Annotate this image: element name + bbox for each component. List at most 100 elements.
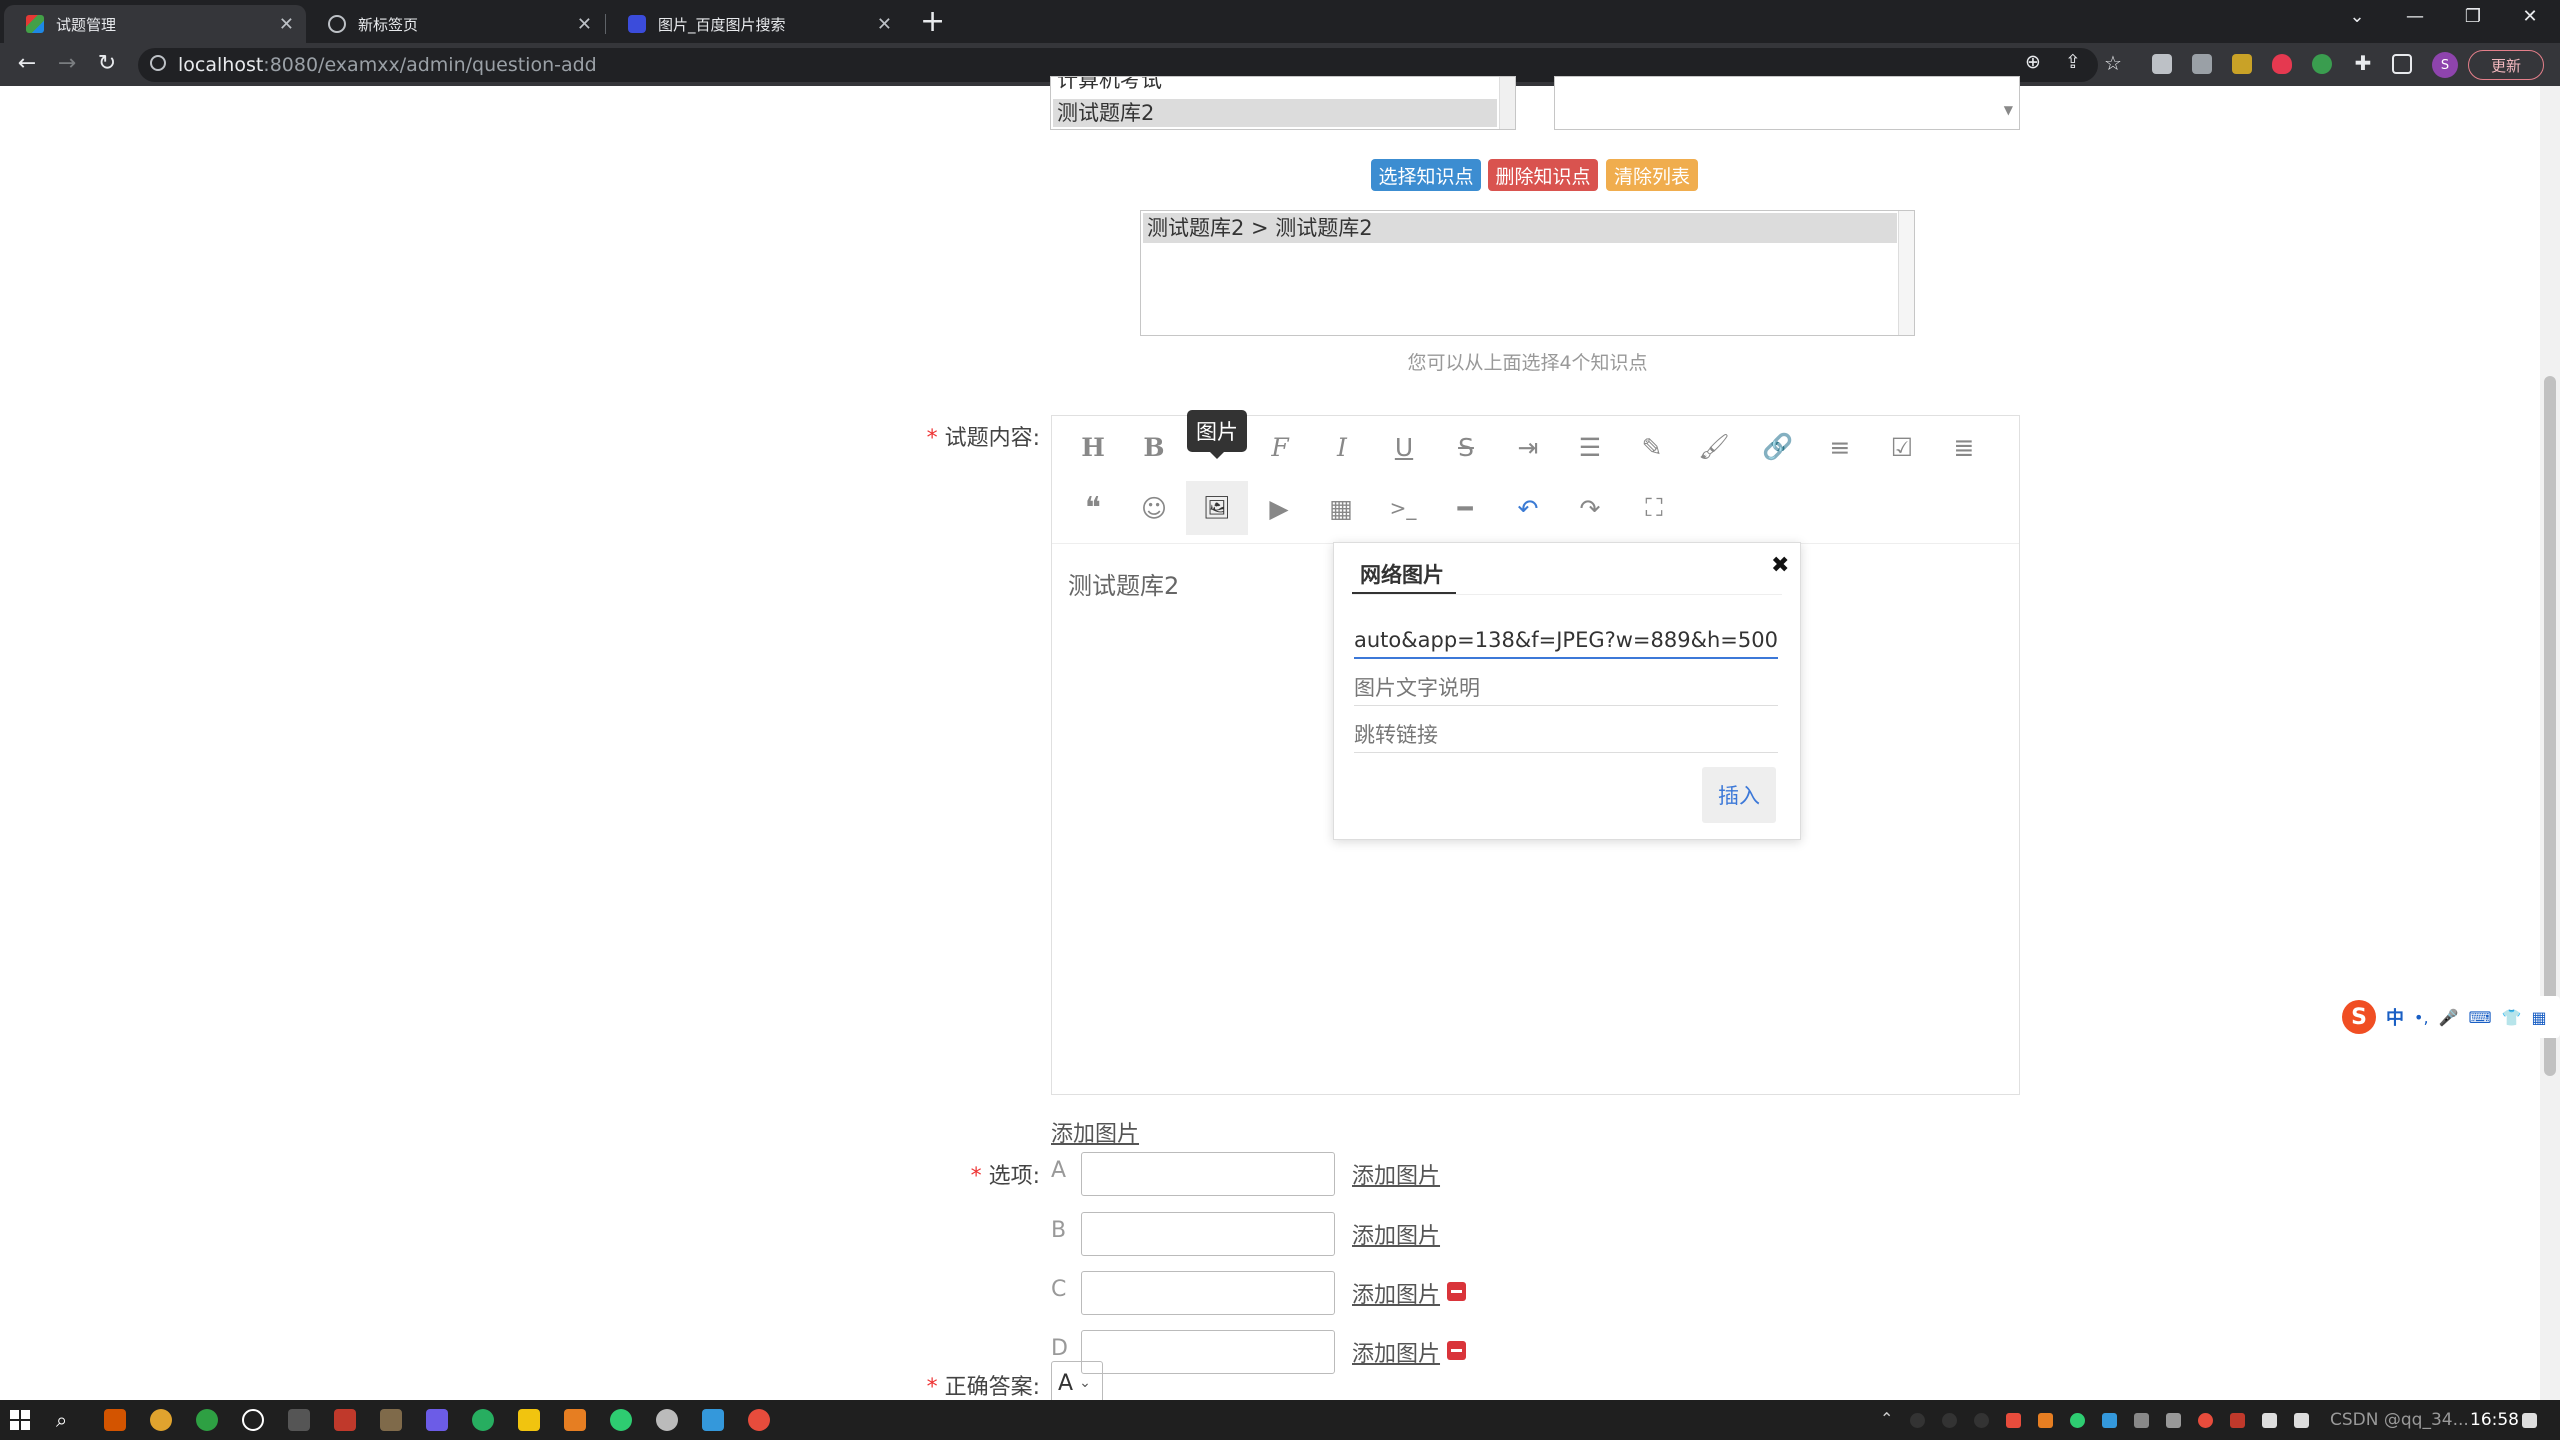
- tray-chevron-icon[interactable]: ⌃: [1880, 1409, 1893, 1428]
- windows-start-icon[interactable]: [10, 1410, 30, 1430]
- redo-icon[interactable]: ↷: [1572, 490, 1608, 526]
- extension-icon[interactable]: [2152, 54, 2172, 74]
- idea-app-icon[interactable]: [104, 1409, 126, 1431]
- qq-tray-icon[interactable]: [1910, 1413, 1925, 1428]
- image-alt-input[interactable]: 图片文字说明: [1354, 670, 1778, 706]
- tool-app-icon[interactable]: [426, 1409, 448, 1431]
- table-icon[interactable]: ▦: [1323, 490, 1359, 526]
- info-icon[interactable]: [150, 55, 166, 71]
- update-button[interactable]: 更新: [2468, 50, 2544, 80]
- image-icon[interactable]: 🖼: [1199, 490, 1235, 526]
- scrollbar[interactable]: [1499, 77, 1515, 129]
- bookmark-star-icon[interactable]: ☆: [2098, 51, 2128, 75]
- network-tray-icon[interactable]: [2262, 1413, 2277, 1428]
- page-scrollbar[interactable]: [2540, 86, 2560, 1400]
- shield-extension-icon[interactable]: [2272, 54, 2292, 74]
- reload-icon[interactable]: ↻: [92, 51, 122, 76]
- tab-question-manage[interactable]: 试题管理 ✕: [4, 5, 306, 43]
- video-icon[interactable]: ▶: [1261, 490, 1297, 526]
- listbox-option[interactable]: 计算机考试: [1053, 77, 1497, 93]
- select-knowledge-button[interactable]: 选择知识点: [1371, 159, 1481, 191]
- red-tray-icon[interactable]: [2006, 1413, 2021, 1428]
- option-c-add-image[interactable]: 添加图片: [1352, 1277, 1440, 1309]
- wechat-app-icon[interactable]: [610, 1409, 632, 1431]
- record-red-app-icon[interactable]: [748, 1409, 770, 1431]
- grid-icon[interactable]: ▦: [2531, 1008, 2546, 1027]
- bold-icon[interactable]: B: [1136, 429, 1172, 465]
- code-icon[interactable]: >_: [1385, 490, 1421, 526]
- usb-tray-icon[interactable]: [2134, 1413, 2149, 1428]
- question-bank-listbox[interactable]: 计算机考试 测试题库2: [1050, 76, 1516, 130]
- image-link-input[interactable]: 跳转链接: [1354, 717, 1778, 753]
- quote-icon[interactable]: ❝: [1075, 490, 1111, 526]
- camera-extension-icon[interactable]: [2192, 54, 2212, 74]
- link-icon[interactable]: 🔗: [1760, 429, 1796, 465]
- brush-icon[interactable]: 🖌: [1696, 429, 1732, 465]
- option-c-input[interactable]: [1081, 1271, 1335, 1315]
- back-icon[interactable]: ←: [12, 51, 42, 76]
- option-a-add-image[interactable]: 添加图片: [1352, 1158, 1440, 1190]
- image-extension-icon[interactable]: [2232, 54, 2252, 74]
- listbox-option-selected[interactable]: 测试题库2 > 测试题库2: [1143, 213, 1897, 243]
- qq-tray-icon[interactable]: [1974, 1413, 1989, 1428]
- option-b-add-image[interactable]: 添加图片: [1352, 1218, 1440, 1250]
- red-app-icon[interactable]: [334, 1409, 356, 1431]
- header-icon[interactable]: H: [1075, 429, 1111, 465]
- ime-mode[interactable]: 中: [2386, 1004, 2404, 1030]
- option-d-add-image[interactable]: 添加图片: [1352, 1336, 1440, 1368]
- tab-baidu-images[interactable]: 图片_百度图片搜索 ✕: [606, 5, 904, 43]
- forward-icon[interactable]: →: [52, 51, 82, 76]
- record-app-icon[interactable]: [242, 1409, 264, 1431]
- puzzle-icon[interactable]: ✚: [2348, 51, 2378, 75]
- close-icon[interactable]: ✕: [577, 14, 592, 35]
- grid-app-icon[interactable]: [380, 1409, 402, 1431]
- red-square-tray-icon[interactable]: [2230, 1413, 2245, 1428]
- editor-content-text[interactable]: 测试题库2: [1068, 566, 1179, 601]
- answer-select[interactable]: A ⌄: [1051, 1361, 1103, 1405]
- tab-network-image[interactable]: 网络图片: [1360, 559, 1444, 589]
- notification-icon[interactable]: [2522, 1413, 2537, 1428]
- sync-app-icon[interactable]: [472, 1409, 494, 1431]
- mic-icon[interactable]: 🎤: [2439, 1008, 2459, 1027]
- line-height-icon[interactable]: ☰: [1572, 429, 1608, 465]
- chevron-down-icon[interactable]: ⌄: [2342, 6, 2372, 27]
- selected-knowledge-listbox[interactable]: 测试题库2 > 测试题库2: [1140, 210, 1915, 336]
- listbox-option-selected[interactable]: 测试题库2: [1053, 99, 1497, 127]
- record-tray-icon[interactable]: [2198, 1413, 2213, 1428]
- game-app-icon[interactable]: [656, 1409, 678, 1431]
- wechat-tray-icon[interactable]: [2070, 1413, 2085, 1428]
- skin-icon[interactable]: 👕: [2502, 1008, 2522, 1027]
- hr-icon[interactable]: ━: [1447, 490, 1483, 526]
- share-icon[interactable]: ⇪: [2058, 51, 2088, 73]
- clock[interactable]: 16:58: [2470, 1410, 2519, 1430]
- list-icon[interactable]: ≡: [1822, 429, 1858, 465]
- volume-tray-icon[interactable]: [2294, 1413, 2309, 1428]
- zoom-icon[interactable]: ⊕: [2018, 51, 2048, 73]
- scrollbar[interactable]: [1898, 211, 1914, 335]
- restore-icon[interactable]: ❐: [2458, 6, 2488, 27]
- insert-button[interactable]: 插入: [1702, 767, 1776, 823]
- keyboard-icon[interactable]: ⌨: [2468, 1008, 2491, 1027]
- tab-new[interactable]: 新标签页 ✕: [306, 5, 604, 43]
- remove-option-d-icon[interactable]: [1447, 1341, 1466, 1360]
- undo-icon[interactable]: ↶: [1510, 490, 1546, 526]
- image-url-input[interactable]: auto&app=138&f=JPEG?w=889&h=500: [1354, 623, 1778, 659]
- close-icon[interactable]: ✖: [1771, 553, 1789, 578]
- minimize-icon[interactable]: —: [2400, 6, 2430, 27]
- italic-icon[interactable]: I: [1324, 429, 1360, 465]
- underline-icon[interactable]: U: [1386, 429, 1422, 465]
- strikethrough-icon[interactable]: S: [1448, 429, 1484, 465]
- blue-tray-icon[interactable]: [2102, 1413, 2117, 1428]
- remove-option-c-icon[interactable]: [1447, 1282, 1466, 1301]
- sidebar-icon[interactable]: [2392, 54, 2412, 74]
- sublime-app-icon[interactable]: [564, 1409, 586, 1431]
- fullscreen-icon[interactable]: ⛶: [1636, 490, 1672, 526]
- pen-icon[interactable]: ✎: [1634, 429, 1670, 465]
- add-image-link[interactable]: 添加图片: [1051, 1116, 1139, 1148]
- font-icon[interactable]: F: [1262, 429, 1298, 465]
- delete-knowledge-button[interactable]: 删除知识点: [1488, 159, 1598, 191]
- clear-list-button[interactable]: 清除列表: [1606, 159, 1698, 191]
- leaf-extension-icon[interactable]: [2312, 54, 2332, 74]
- close-window-icon[interactable]: ✕: [2515, 6, 2545, 27]
- option-a-input[interactable]: [1081, 1152, 1335, 1196]
